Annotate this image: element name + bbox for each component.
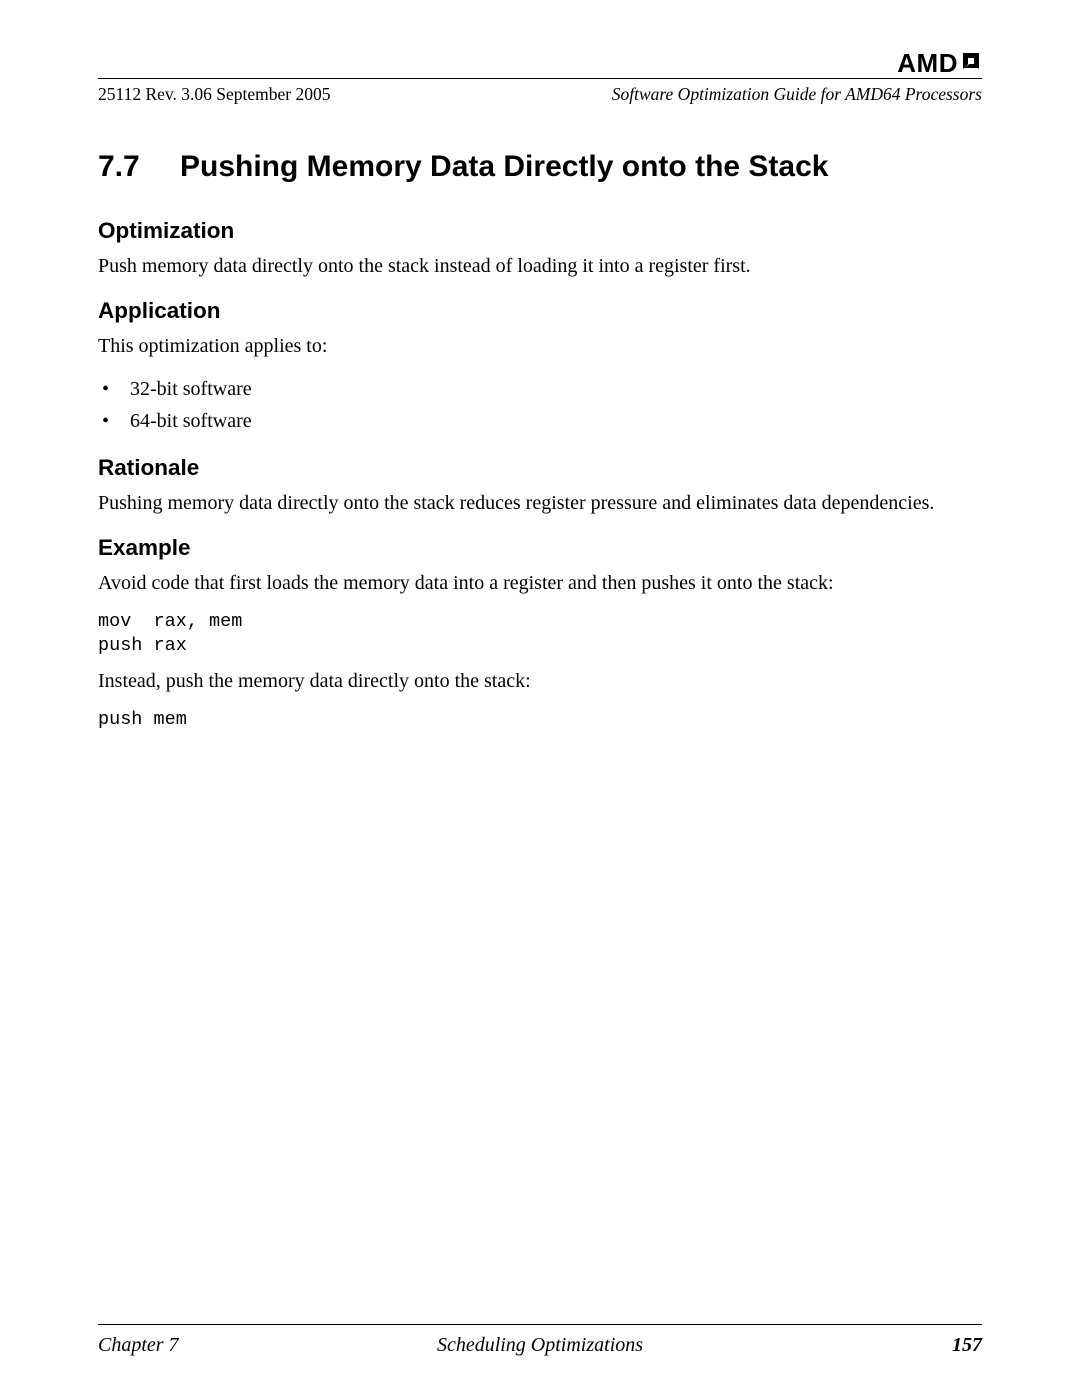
list-item: 64-bit software: [98, 405, 982, 437]
header-left-text: 25112 Rev. 3.06 September 2005: [98, 84, 331, 105]
heading-application: Application: [98, 298, 982, 324]
text-rationale: Pushing memory data directly onto the st…: [98, 491, 982, 517]
header-rule: [98, 78, 982, 79]
section-title: 7.7 Pushing Memory Data Directly onto th…: [98, 150, 982, 184]
heading-optimization: Optimization: [98, 218, 982, 244]
page: AMD 25112 Rev. 3.06 September 2005 Softw…: [0, 0, 1080, 1397]
brand-arrow-icon: [960, 48, 982, 79]
application-list: 32-bit software 64-bit software: [98, 373, 982, 437]
brand-name: AMD: [897, 48, 958, 79]
footer-center: Scheduling Optimizations: [0, 1334, 1080, 1357]
code-block-2: push mem: [98, 708, 982, 731]
section-number: 7.7: [98, 150, 180, 184]
footer-rule: [98, 1324, 982, 1325]
section-title-text: Pushing Memory Data Directly onto the St…: [180, 150, 828, 184]
list-item: 32-bit software: [98, 373, 982, 405]
code-block-1: mov rax, mem push rax: [98, 610, 982, 656]
footer-right: 157: [952, 1334, 982, 1357]
text-example-intro1: Avoid code that first loads the memory d…: [98, 571, 982, 597]
header-right-text: Software Optimization Guide for AMD64 Pr…: [612, 84, 982, 105]
text-example-intro2: Instead, push the memory data directly o…: [98, 669, 982, 695]
brand-logo: AMD: [897, 48, 982, 79]
content-area: 7.7 Pushing Memory Data Directly onto th…: [98, 150, 982, 743]
text-application-intro: This optimization applies to:: [98, 334, 982, 360]
heading-rationale: Rationale: [98, 455, 982, 481]
text-optimization: Push memory data directly onto the stack…: [98, 254, 982, 280]
heading-example: Example: [98, 535, 982, 561]
